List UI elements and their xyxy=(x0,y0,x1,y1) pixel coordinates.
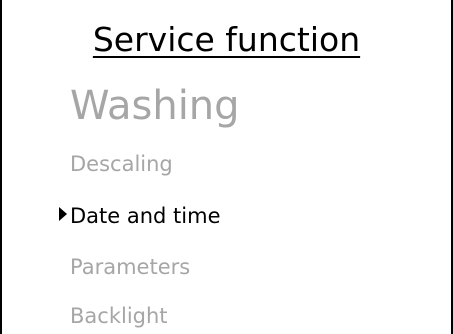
menu-item-date-and-time[interactable]: Date and time xyxy=(70,203,221,229)
service-function-screen: Service function Washing Descaling Date … xyxy=(0,0,453,334)
service-menu: Washing Descaling Date and time Paramete… xyxy=(2,0,451,334)
menu-item-parameters[interactable]: Parameters xyxy=(70,254,190,280)
menu-item-backlight[interactable]: Backlight xyxy=(70,303,168,329)
selection-cursor-icon xyxy=(59,207,67,221)
menu-item-washing[interactable]: Washing xyxy=(70,82,240,130)
menu-item-descaling[interactable]: Descaling xyxy=(70,151,173,177)
